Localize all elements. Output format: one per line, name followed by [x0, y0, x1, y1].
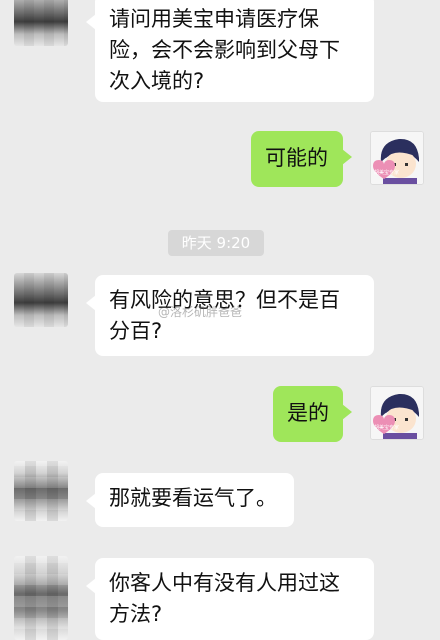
watermark: @洛杉矶胖爸爸 — [158, 305, 243, 319]
timestamp-label: 昨天 9:20 — [168, 230, 264, 256]
my-avatar[interactable]: 胡美宝专家 — [370, 131, 424, 185]
message-bubble-received[interactable]: 那就要看运气了。 — [86, 473, 294, 527]
contact-avatar[interactable] — [14, 0, 68, 46]
message-text: 可能的 — [265, 146, 328, 170]
message-text: 是的 — [287, 401, 329, 425]
contact-avatar[interactable] — [14, 273, 68, 327]
avatar-badge-text: 胡美宝专家 — [374, 170, 400, 176]
message-bubble-received[interactable]: 你客人中有没有人用过这方法? — [86, 558, 374, 640]
avatar-badge-text: 胡美宝专家 — [374, 425, 400, 431]
message-text: 你客人中有没有人用过这方法? — [109, 571, 340, 626]
contact-avatar[interactable] — [14, 556, 68, 640]
message-bubble-sent[interactable]: 可能的 — [251, 131, 352, 187]
message-bubble-received[interactable]: 请问用美宝申请医疗保险，会不会影响到父母下次入境的? — [86, 0, 374, 102]
cartoon-avatar-icon — [371, 132, 423, 184]
message-text: 请问用美宝申请医疗保险，会不会影响到父母下次入境的? — [109, 7, 340, 93]
my-avatar[interactable]: 胡美宝专家 — [370, 386, 424, 440]
message-text: 那就要看运气了。 — [109, 486, 277, 510]
cartoon-avatar-icon — [371, 387, 423, 439]
contact-avatar[interactable] — [14, 461, 68, 521]
message-bubble-sent[interactable]: 是的 — [273, 386, 352, 442]
